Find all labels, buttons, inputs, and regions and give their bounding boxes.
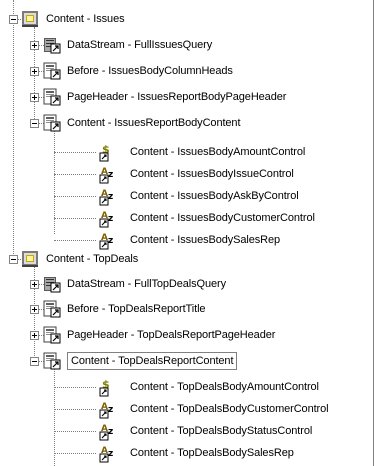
collapse-toggle[interactable] — [9, 255, 18, 264]
svg-text:z: z — [108, 449, 113, 459]
selected-tree-node-label[interactable]: Content - TopDealsReportContent — [67, 352, 238, 370]
section-icon — [42, 325, 62, 345]
dollar-field-icon: $ — [97, 377, 117, 397]
collapse-toggle[interactable] — [9, 15, 18, 24]
text-field-icon: A z — [97, 164, 117, 184]
text-field-icon: A z — [97, 399, 117, 419]
report-tree: Content - Issues DataStream - FullIssues… — [0, 0, 376, 466]
text-field-icon: A z — [97, 443, 117, 463]
tree-node-label[interactable]: Content - IssuesBodyAmountControl — [130, 145, 305, 159]
datastream-icon — [42, 274, 62, 294]
section-icon — [42, 113, 62, 133]
tree-right-border — [373, 0, 374, 466]
svg-text:z: z — [108, 192, 113, 202]
tree-node-label[interactable]: Content - IssuesBodyAskByControl — [130, 189, 299, 203]
expand-toggle[interactable] — [30, 280, 39, 289]
tree-node-label[interactable]: Before - IssuesBodyColumnHeads — [67, 64, 233, 78]
tree-node-label[interactable]: PageHeader - IssuesReportBodyPageHeader — [67, 90, 286, 104]
section-icon — [42, 87, 62, 107]
group-icon — [21, 9, 41, 29]
tree-node-label[interactable]: PageHeader - TopDealsReportPageHeader — [67, 328, 275, 342]
collapse-toggle[interactable] — [30, 357, 39, 366]
svg-text:z: z — [108, 427, 113, 437]
section-icon — [42, 351, 62, 371]
svg-text:z: z — [108, 236, 113, 246]
text-field-icon: A z — [97, 230, 117, 250]
section-icon — [42, 61, 62, 81]
tree-node-label[interactable]: Content - TopDealsBodySalesRep — [130, 446, 294, 460]
text-field-icon: A z — [97, 186, 117, 206]
tree-node-label[interactable]: Content - TopDealsBodyCustomerControl — [130, 402, 329, 416]
section-icon — [42, 299, 62, 319]
tree-guide-line — [13, 0, 14, 254]
tree-node-label[interactable]: Content - TopDealsBodyStatusControl — [130, 424, 312, 438]
tree-node-label[interactable]: Content - IssuesBodyIssueControl — [130, 167, 294, 181]
tree-node-label[interactable]: Content - TopDeals — [46, 252, 138, 266]
datastream-icon — [42, 35, 62, 55]
expand-toggle[interactable] — [30, 41, 39, 50]
tree-node-label[interactable]: Content - IssuesBodySalesRep — [130, 233, 280, 247]
tree-node-label[interactable]: Content - Issues — [46, 12, 125, 26]
group-icon — [21, 249, 41, 269]
dollar-field-icon: $ — [97, 142, 117, 162]
expand-toggle[interactable] — [30, 67, 39, 76]
expand-toggle[interactable] — [30, 305, 39, 314]
text-field-icon: A z — [97, 421, 117, 441]
tree-guide-line — [54, 369, 55, 466]
tree-node-label[interactable]: DataStream - FullIssuesQuery — [67, 38, 212, 52]
tree-node-label[interactable]: Content - IssuesReportBodyContent — [67, 116, 241, 130]
svg-text:z: z — [108, 405, 113, 415]
tree-node-label[interactable]: Content - TopDealsBodyAmountControl — [130, 380, 319, 394]
tree-node-label[interactable]: Content - IssuesBodyCustomerControl — [130, 211, 315, 225]
expand-toggle[interactable] — [30, 93, 39, 102]
tree-node-label[interactable]: Before - TopDealsReportTitle — [67, 302, 206, 316]
expand-toggle[interactable] — [30, 331, 39, 340]
text-field-icon: A z — [97, 208, 117, 228]
svg-text:z: z — [108, 170, 113, 180]
svg-text:z: z — [108, 214, 113, 224]
collapse-toggle[interactable] — [30, 119, 39, 128]
tree-node-label[interactable]: DataStream - FullTopDealsQuery — [67, 277, 226, 291]
